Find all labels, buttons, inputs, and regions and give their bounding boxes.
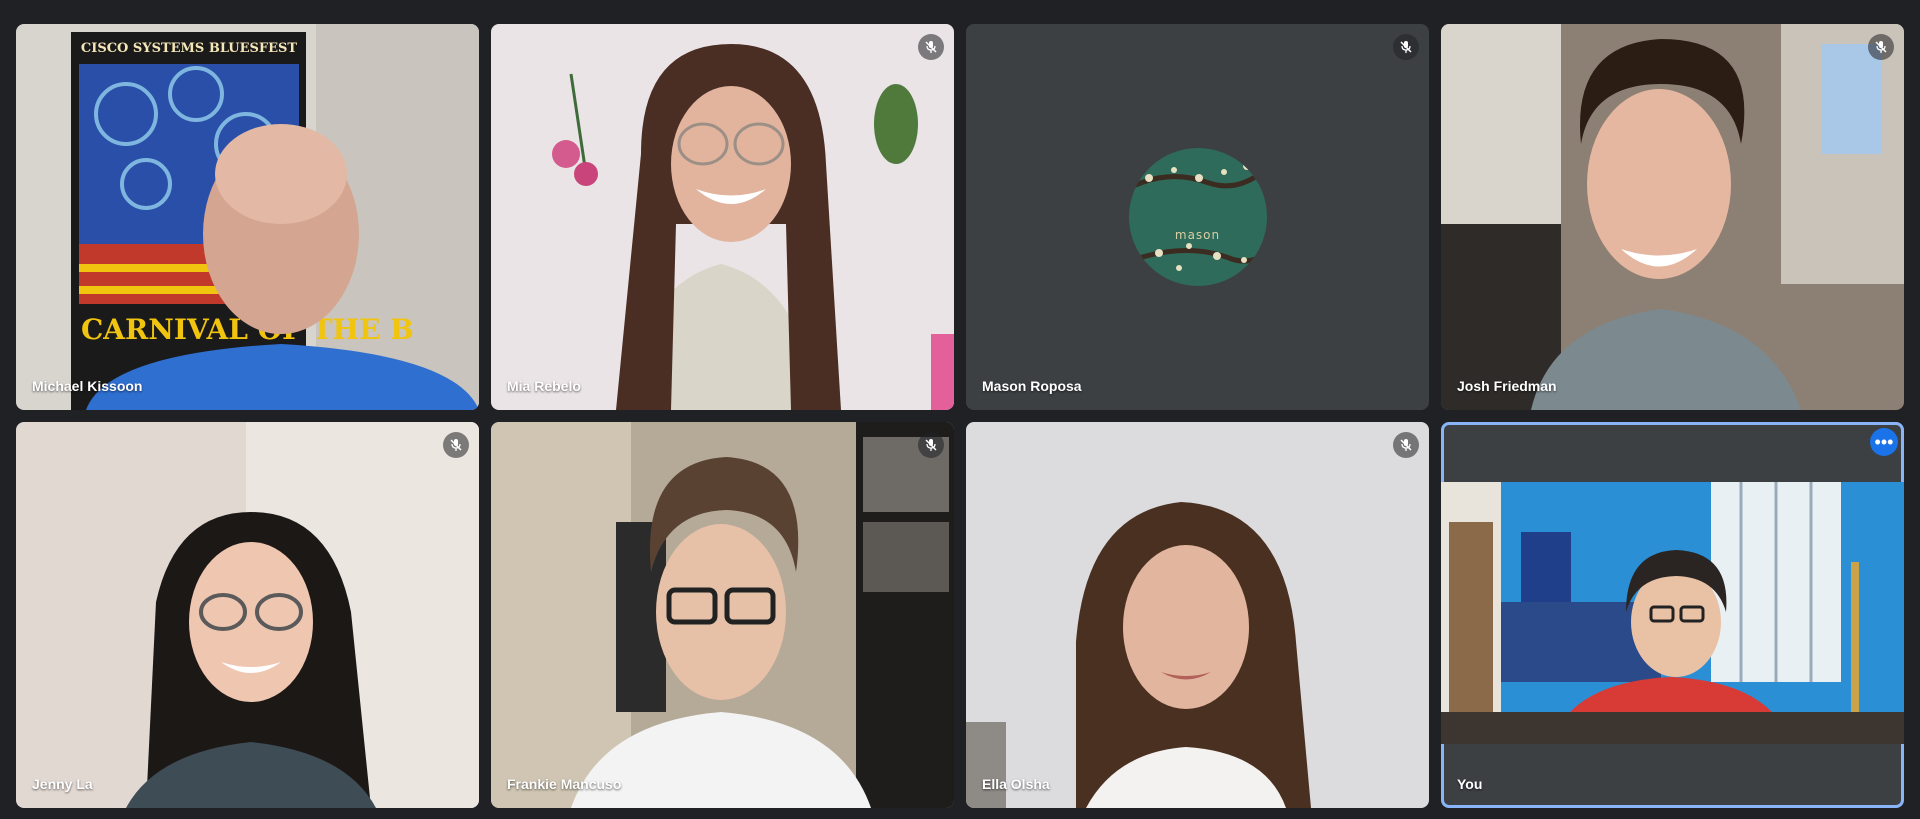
participant-tile-frankie[interactable]: Frankie Mancuso: [491, 422, 954, 808]
participant-video: [16, 422, 479, 808]
participant-tile-ella[interactable]: Ella Olsha: [966, 422, 1429, 808]
participant-video: CISCO SYSTEMS BLUESFEST CARNIVAL OF THE …: [16, 24, 479, 410]
participant-tile-you[interactable]: ••• You: [1441, 422, 1904, 808]
mic-off-icon: [1868, 34, 1894, 60]
video-grid: CISCO SYSTEMS BLUESFEST CARNIVAL OF THE …: [16, 24, 1904, 808]
participant-video: [491, 24, 954, 410]
participant-name: Michael Kissoon: [32, 378, 143, 394]
mic-off-icon: [1393, 34, 1419, 60]
participant-video: [1441, 24, 1904, 410]
self-video: [1441, 482, 1904, 744]
mic-off-icon: [1393, 432, 1419, 458]
mic-off-icon: [918, 34, 944, 60]
participant-tile-mason[interactable]: mason Mason Roposa: [966, 24, 1429, 410]
participant-video: [491, 422, 954, 808]
participant-video: [966, 422, 1429, 808]
participant-name: Mason Roposa: [982, 378, 1082, 394]
mic-off-icon: [443, 432, 469, 458]
participant-name: Mia Rebelo: [507, 378, 581, 394]
participant-name: Jenny La: [32, 776, 93, 792]
more-options-icon[interactable]: •••: [1870, 428, 1898, 456]
participant-tile-jenny[interactable]: Jenny La: [16, 422, 479, 808]
participant-name: Frankie Mancuso: [507, 776, 622, 792]
participant-name: You: [1457, 776, 1483, 792]
avatar-text: mason: [1174, 228, 1221, 243]
participant-avatar: mason: [1128, 148, 1267, 286]
avatar-image: [1128, 148, 1267, 286]
participant-tile-michael[interactable]: CISCO SYSTEMS BLUESFEST CARNIVAL OF THE …: [16, 24, 479, 410]
participant-tile-josh[interactable]: Josh Friedman: [1441, 24, 1904, 410]
poster-title: CISCO SYSTEMS BLUESFEST: [81, 41, 298, 56]
mic-off-icon: [918, 432, 944, 458]
participant-name: Ella Olsha: [982, 776, 1050, 792]
participant-tile-mia[interactable]: Mia Rebelo: [491, 24, 954, 410]
participant-name: Josh Friedman: [1457, 378, 1557, 394]
